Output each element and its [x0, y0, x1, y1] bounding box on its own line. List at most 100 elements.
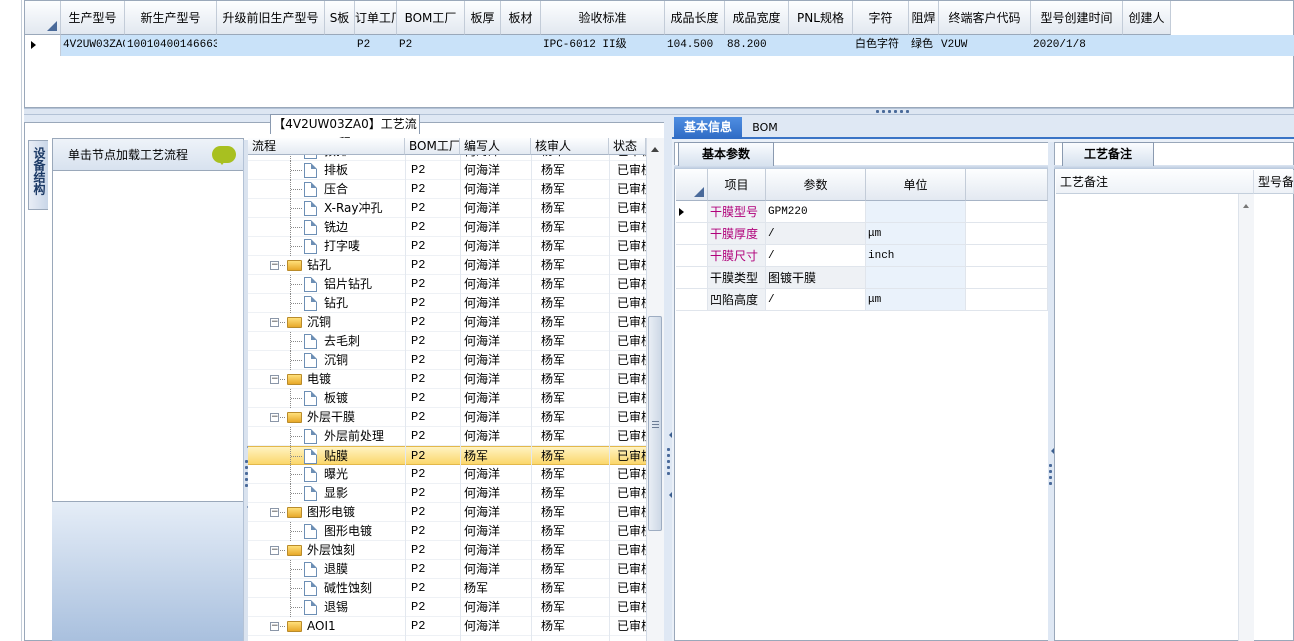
row-indicator[interactable] [25, 35, 61, 56]
tree-row[interactable]: 铝片钻孔 P2 何海洋 杨军 已审核 [248, 275, 646, 294]
tree-col-header[interactable]: 流程 [248, 138, 405, 155]
param-unit[interactable]: inch [866, 245, 966, 267]
param-unit[interactable]: μm [866, 289, 966, 311]
remark-col-model[interactable]: 型号备 [1254, 170, 1294, 194]
horizontal-splitter[interactable] [24, 108, 1294, 115]
col-header[interactable]: 字符 [853, 1, 909, 35]
param-value[interactable]: / [766, 245, 866, 267]
collapse-icon[interactable]: − [270, 622, 279, 631]
tree-col-header[interactable]: BOM工厂 [405, 138, 460, 155]
col-header[interactable]: BOM工厂 [397, 1, 465, 35]
param-col-item[interactable]: 项目 [708, 169, 766, 201]
tree-row[interactable]: − 外层蚀刻 P2 何海洋 杨军 已审核 [248, 541, 646, 560]
param-row-indicator[interactable] [676, 201, 708, 223]
grid-cell[interactable]: 10010400146663 [125, 35, 217, 56]
tree-row[interactable]: 曝光 P2 何海洋 杨军 已审核 [248, 465, 646, 484]
grid-corner[interactable] [25, 1, 61, 35]
param-row[interactable]: 干膜型号 GPM220 [676, 201, 1048, 223]
tree-row[interactable]: − 外层干膜 P2 何海洋 杨军 已审核 [248, 408, 646, 427]
param-row-indicator[interactable] [676, 245, 708, 267]
grid-cell[interactable]: 4V2UW03ZA0 [61, 35, 125, 56]
grid-cell[interactable]: V2UW [939, 35, 1031, 56]
param-unit[interactable] [866, 267, 966, 289]
param-unit[interactable]: μm [866, 223, 966, 245]
tree-row[interactable]: 沉铜 P2 何海洋 杨军 已审核 [248, 351, 646, 370]
col-header[interactable]: 终端客户代码 [939, 1, 1031, 35]
collapse-icon[interactable]: − [270, 413, 279, 422]
tree-scroll-thumb[interactable] [648, 316, 662, 531]
param-row-indicator[interactable] [676, 289, 708, 311]
grid-cell[interactable]: 白色字符 [853, 35, 909, 56]
param-row-indicator[interactable] [676, 223, 708, 245]
grid-cell[interactable] [465, 35, 501, 56]
grid-cell[interactable]: P2 [397, 35, 465, 56]
collapse-icon[interactable]: − [270, 375, 279, 384]
col-header[interactable]: 型号创建时间 [1031, 1, 1123, 35]
tree-col-header[interactable]: 状态 [609, 138, 646, 155]
tree-row[interactable]: 图形电镀 P2 何海洋 杨军 已审核 [248, 522, 646, 541]
param-row[interactable]: 干膜厚度 / μm [676, 223, 1048, 245]
col-header[interactable]: 生产型号 [61, 1, 125, 35]
tree-row[interactable]: X-Ray冲孔 P2 何海洋 杨军 已审核 [248, 199, 646, 218]
tree-row[interactable]: − 沉铜 P2 何海洋 杨军 已审核 [248, 313, 646, 332]
grid-cell[interactable] [217, 35, 325, 56]
tab-basic-params[interactable]: 基本参数 [678, 142, 774, 166]
param-value[interactable]: / [766, 223, 866, 245]
node-tree-area[interactable] [52, 171, 244, 502]
grid-cell[interactable]: 2020/1/8 [1031, 35, 1123, 56]
col-header[interactable]: 阻焊 [909, 1, 939, 35]
grid-cell[interactable]: 104.500 [665, 35, 725, 56]
tree-row[interactable]: 压合 P2 何海洋 杨军 已审核 [248, 180, 646, 199]
param-value[interactable]: GPM220 [766, 201, 866, 223]
tree-row[interactable]: 退膜 P2 何海洋 杨军 已审核 [248, 560, 646, 579]
tree-row[interactable]: 铣边 P2 何海洋 杨军 已审核 [248, 218, 646, 237]
grid-cell[interactable]: 88.200 [725, 35, 789, 56]
tree-row[interactable]: 去毛刺 P2 何海洋 杨军 已审核 [248, 332, 646, 351]
grid-cell[interactable] [1123, 35, 1171, 56]
tab-basic-info[interactable]: 基本信息 [674, 117, 742, 139]
remark-scrollbar[interactable] [1238, 194, 1254, 641]
collapse-icon[interactable]: − [270, 546, 279, 555]
tree-row[interactable]: 退锡 P2 何海洋 杨军 已审核 [248, 598, 646, 617]
collapse-icon[interactable]: − [270, 261, 279, 270]
grid-cell[interactable]: 绿色 [909, 35, 939, 56]
param-value[interactable]: 图镀干膜 [766, 267, 866, 289]
param-grid-corner[interactable] [676, 169, 708, 201]
tree-row[interactable]: 排板 P2 何海洋 杨军 已审核 [248, 161, 646, 180]
col-header[interactable]: PNL规格 [789, 1, 853, 35]
tree-row[interactable]: 显影 P2 何海洋 杨军 已审核 [248, 484, 646, 503]
tree-row[interactable]: 板镀 P2 何海洋 杨军 已审核 [248, 389, 646, 408]
tree-row[interactable]: − AOI1 P2 何海洋 杨军 已审核 [248, 617, 646, 636]
col-header[interactable]: 新生产型号 [125, 1, 217, 35]
tree-row[interactable]: 碱性蚀刻 P2 杨军 杨军 已审核 [248, 579, 646, 598]
param-row[interactable]: 凹陷高度 / μm [676, 289, 1048, 311]
col-header[interactable]: 验收标准 [541, 1, 665, 35]
col-header[interactable]: S板 [325, 1, 355, 35]
grid-cell[interactable]: P2 [355, 35, 397, 56]
collapse-icon[interactable]: − [270, 318, 279, 327]
col-header[interactable]: 成品宽度 [725, 1, 789, 35]
col-header[interactable]: 订单工厂 [355, 1, 397, 35]
param-row[interactable]: 干膜类型 图镀干膜 [676, 267, 1048, 289]
param-col-unit[interactable]: 单位 [866, 169, 966, 201]
col-header[interactable]: 成品长度 [665, 1, 725, 35]
tree-row[interactable]: 打字唛 P2 何海洋 杨军 已审核 [248, 237, 646, 256]
remark-col-remark[interactable]: 工艺备注 [1056, 170, 1254, 194]
tree-col-header[interactable]: 核审人 [531, 138, 609, 155]
grid-cell[interactable] [789, 35, 853, 56]
grid-cell[interactable] [501, 35, 541, 56]
tree-row[interactable]: 外层前处理 P2 何海洋 杨军 已审核 [248, 427, 646, 446]
param-value[interactable]: / [766, 289, 866, 311]
vertical-splitter-middle[interactable] [664, 122, 672, 641]
tree-row[interactable]: 钻孔 P2 何海洋 杨军 已审核 [248, 294, 646, 313]
col-header[interactable]: 创建人 [1123, 1, 1171, 35]
tree-row[interactable]: − 图形电镀 P2 何海洋 杨军 已审核 [248, 503, 646, 522]
tree-row[interactable]: − 钻孔 P2 何海洋 杨军 已审核 [248, 256, 646, 275]
grid-cell[interactable]: IPC-6012 II级 [541, 35, 665, 56]
tree-row[interactable]: − 电镀 P2 何海洋 杨军 已审核 [248, 370, 646, 389]
tree-row[interactable]: 贴膜 P2 杨军 杨军 已审核 [248, 446, 646, 466]
param-col-value[interactable]: 参数 [766, 169, 866, 201]
param-row[interactable]: 干膜尺寸 / inch [676, 245, 1048, 267]
col-header[interactable]: 板材 [501, 1, 541, 35]
tab-bom[interactable]: BOM [745, 117, 785, 139]
